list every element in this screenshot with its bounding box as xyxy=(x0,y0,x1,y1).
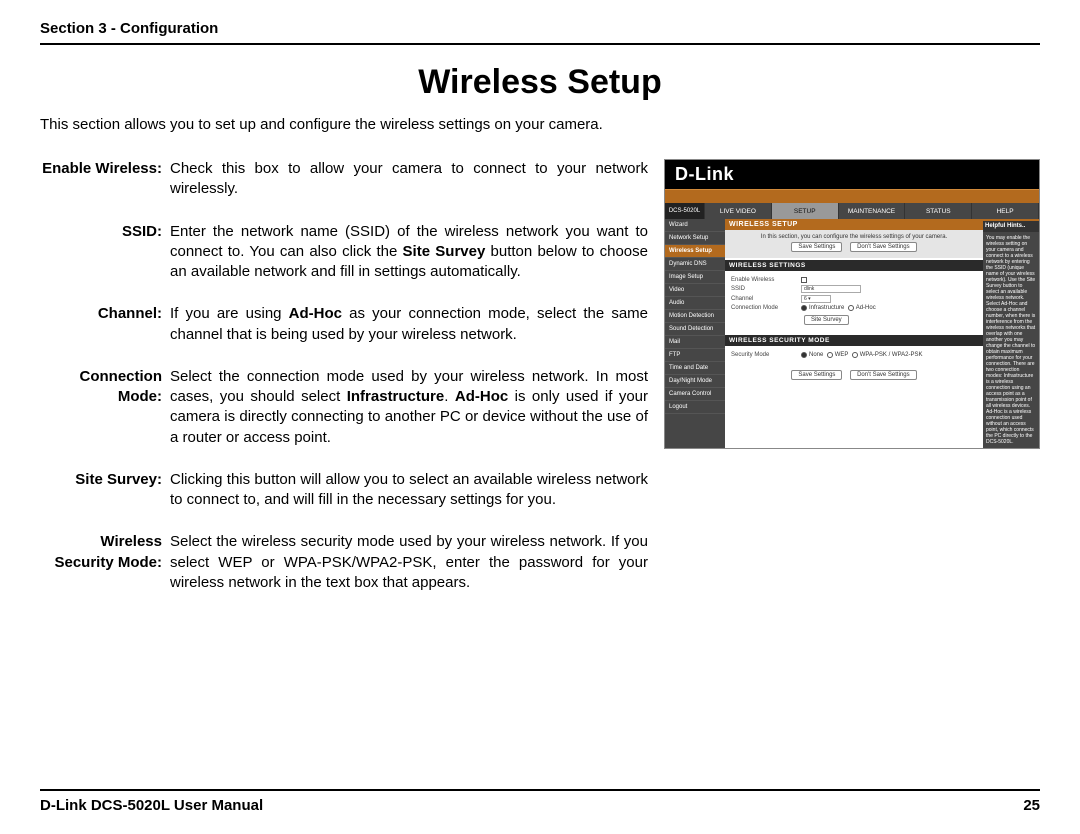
dont-save-button-top[interactable]: Don't Save Settings xyxy=(850,242,917,252)
footer-left: D-Link DCS-5020L User Manual xyxy=(40,797,263,814)
enable-wireless-checkbox[interactable] xyxy=(801,277,807,283)
section-title: WIRELESS SETUP xyxy=(725,219,983,230)
save-button-bottom[interactable]: Save Settings xyxy=(791,370,842,380)
secmode-label: Security Mode xyxy=(731,352,801,358)
tab-setup[interactable]: SETUP xyxy=(772,203,839,219)
sidebar-item-sound[interactable]: Sound Detection xyxy=(665,323,725,336)
sidebar-item-wizard[interactable]: Wizard xyxy=(665,219,725,232)
panel-security-body: Security Mode None WEP WPA-PSK / WPA2-PS… xyxy=(725,346,983,364)
page-footer: D-Link DCS-5020L User Manual 25 xyxy=(40,789,1040,814)
panel-wireless-settings: WIRELESS SETTINGS xyxy=(725,260,983,271)
def-channel: Channel: If you are using Ad-Hoc as your… xyxy=(40,304,648,345)
sidebar-item-mail[interactable]: Mail xyxy=(665,336,725,349)
none-label: None xyxy=(809,352,823,358)
def-desc: Check this box to allow your camera to c… xyxy=(170,159,648,200)
save-button-top[interactable]: Save Settings xyxy=(791,242,842,252)
section-desc: In this section, you can configure the w… xyxy=(725,230,983,258)
def-desc: Select the connection mode used by your … xyxy=(170,367,648,448)
dont-save-button-bottom[interactable]: Don't Save Settings xyxy=(850,370,917,380)
def-desc: If you are using Ad-Hoc as your connecti… xyxy=(170,304,648,345)
bottom-buttons: Save Settings Don't Save Settings xyxy=(725,364,983,386)
sidebar: Wizard Network Setup Wireless Setup Dyna… xyxy=(665,219,725,448)
none-radio[interactable] xyxy=(801,352,807,358)
ssid-label: SSID xyxy=(731,286,801,292)
adhoc-radio[interactable] xyxy=(848,305,854,311)
sidebar-item-network[interactable]: Network Setup xyxy=(665,232,725,245)
tab-help[interactable]: HELP xyxy=(972,203,1039,219)
router-ui-screenshot: D-Link DCS-5020L LIVE VIDEO SETUP MAINTE… xyxy=(664,159,1040,449)
def-term: Enable Wireless: xyxy=(40,159,170,200)
wep-label: WEP xyxy=(835,352,849,358)
sidebar-item-logout[interactable]: Logout xyxy=(665,401,725,414)
wpa-radio[interactable] xyxy=(852,352,858,358)
def-term: SSID: xyxy=(40,222,170,283)
def-enable-wireless: Enable Wireless: Check this box to allow… xyxy=(40,159,648,200)
section-header: Section 3 - Configuration xyxy=(40,20,1040,45)
page-title: Wireless Setup xyxy=(40,63,1040,102)
def-term: Channel: xyxy=(40,304,170,345)
hints-panel: Helpful Hints.. You may enable the wirel… xyxy=(983,219,1039,448)
site-survey-button[interactable]: Site Survey xyxy=(804,315,849,325)
sidebar-item-audio[interactable]: Audio xyxy=(665,297,725,310)
adhoc-label: Ad-Hoc xyxy=(856,305,876,311)
def-desc: Select the wireless security mode used b… xyxy=(170,532,648,593)
wep-radio[interactable] xyxy=(827,352,833,358)
wpa-label: WPA-PSK / WPA2-PSK xyxy=(860,352,923,358)
infra-radio[interactable] xyxy=(801,305,807,311)
panel-security-mode: WIRELESS SECURITY MODE xyxy=(725,335,983,346)
tab-status[interactable]: STATUS xyxy=(905,203,972,219)
hints-title: Helpful Hints.. xyxy=(983,219,1039,232)
tab-live-video[interactable]: LIVE VIDEO xyxy=(705,203,772,219)
def-term: Wireless Security Mode: xyxy=(40,532,170,593)
sidebar-item-camera-control[interactable]: Camera Control xyxy=(665,388,725,401)
sidebar-item-video[interactable]: Video xyxy=(665,284,725,297)
section-desc-text: In this section, you can configure the w… xyxy=(761,234,947,240)
sidebar-item-ftp[interactable]: FTP xyxy=(665,349,725,362)
intro-text: This section allows you to set up and co… xyxy=(40,116,1040,133)
model-tab: DCS-5020L xyxy=(665,203,705,219)
sidebar-item-daynight[interactable]: Day/Night Mode xyxy=(665,375,725,388)
hints-body: You may enable the wireless setting on y… xyxy=(986,235,1036,445)
brand-logo: D-Link xyxy=(665,160,1039,189)
ssid-input[interactable]: dlink xyxy=(801,285,861,293)
def-desc: Clicking this button will allow you to s… xyxy=(170,470,648,511)
sidebar-item-time[interactable]: Time and Date xyxy=(665,362,725,375)
def-security-mode: Wireless Security Mode: Select the wirel… xyxy=(40,532,648,593)
footer-right: 25 xyxy=(1023,797,1040,814)
infra-label: Infrastructure xyxy=(809,305,844,311)
channel-label: Channel xyxy=(731,296,801,302)
def-term: Connection Mode: xyxy=(40,367,170,448)
def-ssid: SSID: Enter the network name (SSID) of t… xyxy=(40,222,648,283)
panel-wireless-body: Enable Wireless SSIDdlink Channel6 ▾ Con… xyxy=(725,271,983,333)
enable-wireless-label: Enable Wireless xyxy=(731,277,801,283)
content-row: Enable Wireless: Check this box to allow… xyxy=(40,159,1040,615)
channel-select[interactable]: 6 ▾ xyxy=(801,295,831,303)
top-tabs: DCS-5020L LIVE VIDEO SETUP MAINTENANCE S… xyxy=(665,203,1039,219)
sidebar-item-motion[interactable]: Motion Detection xyxy=(665,310,725,323)
definitions-list: Enable Wireless: Check this box to allow… xyxy=(40,159,648,615)
main-panel: WIRELESS SETUP In this section, you can … xyxy=(725,219,983,448)
def-site-survey: Site Survey: Clicking this button will a… xyxy=(40,470,648,511)
sidebar-item-wireless[interactable]: Wireless Setup xyxy=(665,245,725,258)
sidebar-item-ddns[interactable]: Dynamic DNS xyxy=(665,258,725,271)
tab-maintenance[interactable]: MAINTENANCE xyxy=(839,203,906,219)
orange-bar xyxy=(665,189,1039,203)
connmode-label: Connection Mode xyxy=(731,305,801,311)
def-connection-mode: Connection Mode: Select the connection m… xyxy=(40,367,648,448)
sidebar-item-image[interactable]: Image Setup xyxy=(665,271,725,284)
def-desc: Enter the network name (SSID) of the wir… xyxy=(170,222,648,283)
def-term: Site Survey: xyxy=(40,470,170,511)
